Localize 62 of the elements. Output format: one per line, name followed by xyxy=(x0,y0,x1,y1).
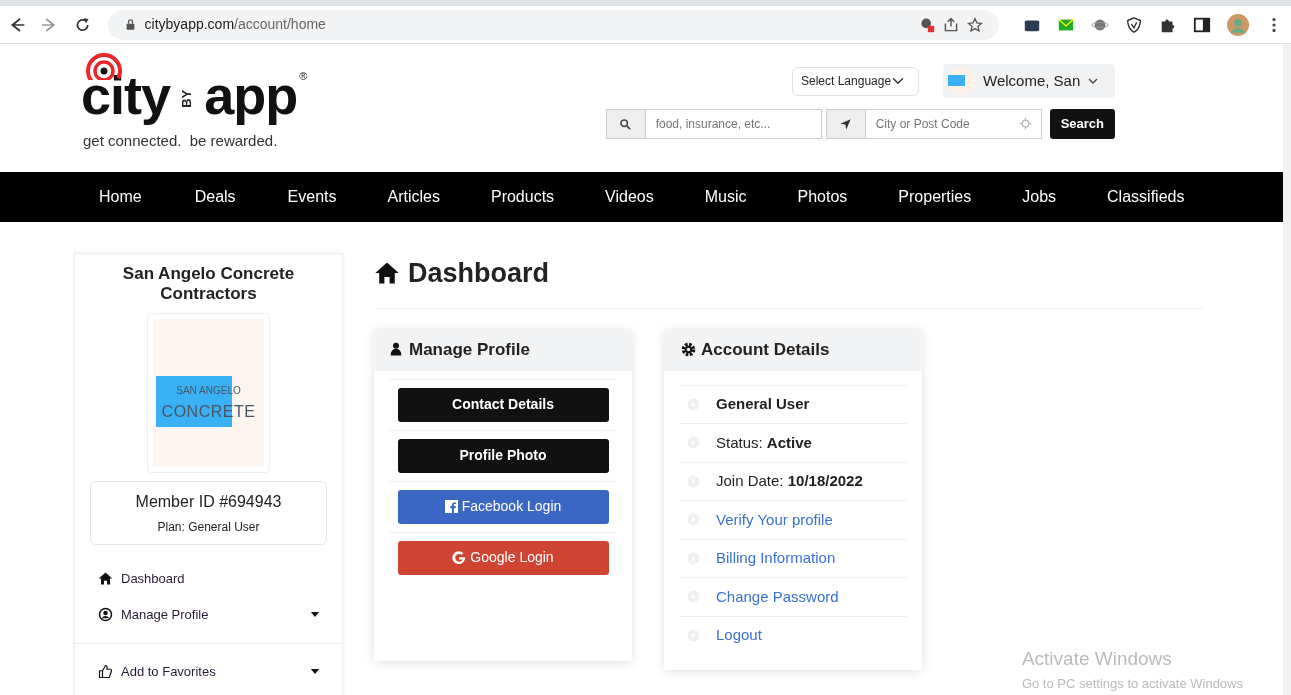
os-notice-text: Go to PC settings to activate Windows xyxy=(1021,674,1243,693)
nav-link[interactable]: Classifieds xyxy=(1107,185,1185,209)
url-text: citybyapp.com/account/home xyxy=(144,15,327,34)
gear-icon xyxy=(680,341,697,358)
sidebar-item[interactable]: Add to Favorites xyxy=(75,653,342,690)
nav-link[interactable]: Home xyxy=(99,185,142,209)
sidebar-item[interactable]: Manage Profile xyxy=(75,596,342,633)
nav-link[interactable]: Events xyxy=(287,185,337,209)
profile-button[interactable]: Contact Details xyxy=(397,387,609,422)
location-arrow-icon xyxy=(839,117,853,131)
account-type: General User xyxy=(716,394,810,414)
tagline: get connected. be rewarded. xyxy=(83,131,279,151)
home-icon xyxy=(98,571,113,587)
search-field[interactable]: food, insurance, etc... xyxy=(645,109,822,139)
nav-link[interactable]: Jobs xyxy=(1022,185,1057,209)
account-detail: Status: Active xyxy=(716,432,812,453)
nav-link[interactable]: Products xyxy=(490,185,555,209)
crosshair-icon xyxy=(1018,117,1032,130)
account-detail: Join Date: 10/18/2022 xyxy=(716,471,863,491)
page-title: Dashboard xyxy=(408,257,550,290)
nav-link[interactable]: Properties xyxy=(898,185,972,209)
sidebar-item[interactable]: Dashboard xyxy=(75,560,342,597)
language-select[interactable]: Select Language xyxy=(792,66,919,96)
google-login-button[interactable]: Google Login xyxy=(397,540,609,575)
avatar-icon[interactable] xyxy=(1227,13,1249,36)
account-link[interactable]: Change Password xyxy=(716,585,839,608)
facebook-login-button[interactable]: Facebook Login xyxy=(397,489,609,524)
thumbs-up-icon xyxy=(98,664,113,680)
nav-link[interactable]: Photos xyxy=(797,185,848,209)
address-bar[interactable]: citybyapp.com/account/home xyxy=(107,9,999,40)
facebook-icon xyxy=(444,500,458,513)
card-title: Manage Profile xyxy=(409,338,530,361)
nav-link[interactable]: Music xyxy=(704,185,747,209)
company-name: San Angelo Concrete Contractors xyxy=(121,264,296,305)
account-link[interactable]: Verify Your profile xyxy=(716,508,833,531)
plan-label: Plan: General User xyxy=(156,518,261,536)
member-id: Member ID #694943 xyxy=(134,491,283,512)
share-icon[interactable] xyxy=(943,16,959,33)
nav-link[interactable]: Articles xyxy=(387,185,440,209)
logo-word: BY xyxy=(178,89,196,108)
google-icon xyxy=(452,550,467,565)
search-button[interactable]: Search xyxy=(1049,109,1115,139)
account-link[interactable]: Logout xyxy=(716,624,762,647)
os-notice-title: Activate Windows xyxy=(1021,647,1173,671)
account-link[interactable]: Billing Information xyxy=(716,547,836,570)
profile-button[interactable]: Profile Photo xyxy=(397,438,609,473)
blocked-icon[interactable] xyxy=(919,16,935,33)
location-field[interactable]: City or Post Code xyxy=(865,109,1042,139)
user-icon xyxy=(98,607,113,623)
welcome-text: Welcome, San xyxy=(983,70,1081,91)
chevron-down-icon xyxy=(1088,77,1099,85)
nav-link[interactable]: Deals xyxy=(194,185,236,209)
avatar-image xyxy=(947,67,975,95)
reload-icon[interactable] xyxy=(74,15,92,34)
registered-mark: ® xyxy=(299,69,308,84)
card-title: Account Details xyxy=(701,338,830,361)
bookmark-star-icon[interactable] xyxy=(967,16,983,33)
nav-link[interactable]: Videos xyxy=(605,185,654,209)
side-panel-icon[interactable] xyxy=(1193,15,1211,34)
search-icon xyxy=(619,117,633,131)
shield-icon[interactable] xyxy=(1125,15,1143,34)
user-menu[interactable]: Welcome, San xyxy=(943,64,1115,98)
